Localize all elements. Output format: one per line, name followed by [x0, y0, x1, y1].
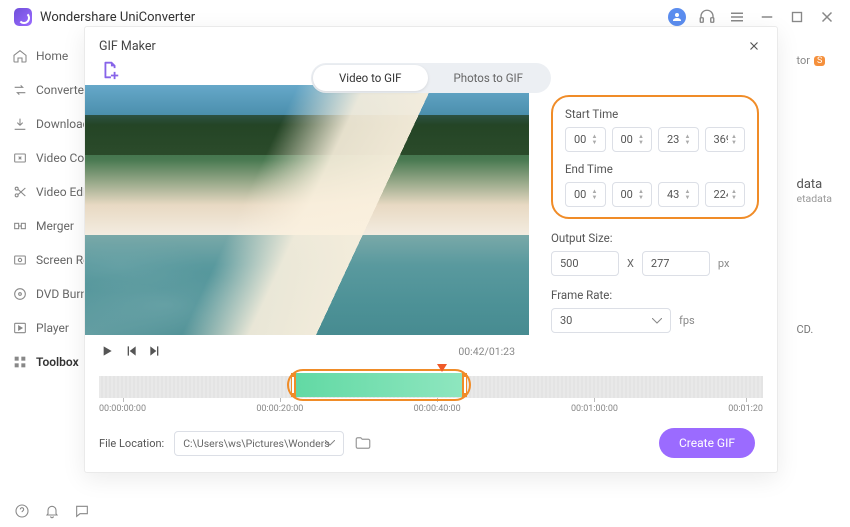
panel-header: GIF Maker: [85, 27, 777, 59]
video-column: 00:42/01:23: [85, 85, 529, 367]
timeline-ticks: 00:00:00:00 00:00:20:00 00:00:40:00 00:0…: [99, 404, 763, 414]
sidebar-item-recorder[interactable]: Screen Recorder: [0, 244, 84, 276]
sidebar-item-compressor[interactable]: Video Compressor: [0, 142, 84, 174]
panel-body: 00:42/01:23 Start Time ▲▼ ▲▼ ▲▼ ▲▼: [85, 85, 777, 367]
close-panel-button[interactable]: [745, 37, 763, 55]
start-time-row: ▲▼ ▲▼ ▲▼ ▲▼: [565, 127, 745, 152]
frame-rate-label: Frame Rate:: [551, 288, 759, 302]
playhead-icon[interactable]: [437, 364, 447, 372]
disc-icon: [12, 286, 28, 302]
mode-toggle: Video to GIF Photos to GIF: [311, 63, 551, 93]
sidebar-item-label: Downloader: [36, 117, 84, 131]
tick-label: 00:01:20: [728, 404, 763, 414]
sidebar-item-label: Video Editor: [36, 185, 84, 199]
sidebar-item-label: Merger: [36, 219, 74, 233]
titlebar-actions: [668, 8, 836, 26]
panel-title: GIF Maker: [99, 39, 156, 54]
menu-icon[interactable]: [728, 8, 746, 26]
tick-label: 00:00:20:00: [256, 404, 303, 414]
account-icon[interactable]: [668, 8, 686, 26]
sidebar-item-label: Player: [36, 321, 69, 335]
frame-rate-unit: fps: [679, 314, 695, 327]
headset-icon[interactable]: [698, 8, 716, 26]
time-range-box: Start Time ▲▼ ▲▼ ▲▼ ▲▼ End Time ▲▼ ▲▼: [551, 95, 759, 219]
scissors-icon: [12, 184, 28, 200]
output-width[interactable]: [551, 251, 619, 276]
statusbar: [0, 495, 850, 527]
create-gif-button[interactable]: Create GIF: [659, 428, 755, 458]
main-area: Home Converter Downloader Video Compress…: [0, 34, 850, 495]
play-icon: [12, 320, 28, 336]
output-unit: px: [718, 257, 730, 270]
file-location-label: File Location:: [99, 437, 164, 450]
sidebar-item-downloader[interactable]: Downloader: [0, 108, 84, 140]
sidebar-item-label: Video Compressor: [36, 151, 84, 165]
merge-icon: [12, 218, 28, 234]
timeline-selection-highlight: [287, 369, 471, 401]
add-media-button[interactable]: [99, 59, 121, 81]
sidebar-item-editor[interactable]: Video Editor: [0, 176, 84, 208]
sidebar-item-converter[interactable]: Converter: [0, 74, 84, 106]
timeline: 00:00:00:00 00:00:20:00 00:00:40:00 00:0…: [85, 367, 777, 414]
sidebar-item-merger[interactable]: Merger: [0, 210, 84, 242]
bell-icon[interactable]: [44, 503, 60, 519]
frame-rate-select[interactable]: 30: [551, 308, 671, 333]
output-size-row: X px: [551, 251, 759, 276]
feedback-icon[interactable]: [74, 503, 90, 519]
tick-label: 00:01:00:00: [571, 404, 618, 414]
prev-frame-button[interactable]: [123, 343, 139, 359]
timeline-selection[interactable]: [291, 373, 467, 397]
output-x-label: X: [627, 257, 634, 270]
sidebar-item-label: Home: [36, 49, 68, 63]
mode-photos-to-gif[interactable]: Photos to GIF: [427, 65, 549, 91]
home-icon: [12, 48, 28, 64]
playback-controls: 00:42/01:23: [85, 335, 529, 367]
end-time-label: End Time: [565, 162, 745, 176]
sidebar: Home Converter Downloader Video Compress…: [0, 34, 84, 495]
gif-maker-panel: GIF Maker Video to GIF Photos to GIF: [84, 26, 778, 473]
sidebar-item-label: Screen Recorder: [36, 253, 84, 267]
app-title: Wondershare UniConverter: [40, 10, 660, 25]
open-folder-button[interactable]: [354, 434, 372, 452]
compress-icon: [12, 150, 28, 166]
app-logo-icon: [14, 8, 32, 26]
sidebar-item-label: Toolbox: [36, 355, 79, 369]
frame-rate-row: 30 fps: [551, 308, 759, 333]
output-height[interactable]: [642, 251, 710, 276]
mode-video-to-gif[interactable]: Video to GIF: [313, 65, 428, 91]
sidebar-item-dvd[interactable]: DVD Burner: [0, 278, 84, 310]
sidebar-item-label: Converter: [36, 83, 84, 97]
download-icon: [12, 116, 28, 132]
tick-label: 00:00:00:00: [99, 404, 146, 414]
panel-footer: File Location: C:\Users\ws\Pictures\Wond…: [85, 414, 777, 472]
sidebar-item-label: DVD Burner: [36, 287, 84, 301]
file-location-select[interactable]: C:\Users\ws\Pictures\Wonders: [174, 431, 344, 456]
next-frame-button[interactable]: [147, 343, 163, 359]
grid-icon: [12, 354, 28, 370]
sidebar-item-toolbox[interactable]: Toolbox: [0, 346, 84, 378]
start-time-label: Start Time: [565, 107, 745, 121]
close-window-button[interactable]: [818, 8, 836, 26]
time-display: 00:42/01:23: [458, 345, 515, 358]
play-button[interactable]: [99, 343, 115, 359]
convert-icon: [12, 82, 28, 98]
tick-label: 00:00:40:00: [414, 404, 461, 414]
end-time-row: ▲▼ ▲▼ ▲▼ ▲▼: [565, 182, 745, 207]
sidebar-item-player[interactable]: Player: [0, 312, 84, 344]
help-icon[interactable]: [14, 503, 30, 519]
output-size-label: Output Size:: [551, 231, 759, 245]
minimize-button[interactable]: [758, 8, 776, 26]
video-preview[interactable]: [85, 85, 529, 335]
record-icon: [12, 252, 28, 268]
settings-column: Start Time ▲▼ ▲▼ ▲▼ ▲▼ End Time ▲▼ ▲▼: [529, 85, 777, 367]
app-window: Wondershare UniConverter: [0, 0, 850, 527]
maximize-button[interactable]: [788, 8, 806, 26]
content-area: GIF Maker Video to GIF Photos to GIF: [84, 34, 850, 495]
sidebar-item-home[interactable]: Home: [0, 40, 84, 72]
